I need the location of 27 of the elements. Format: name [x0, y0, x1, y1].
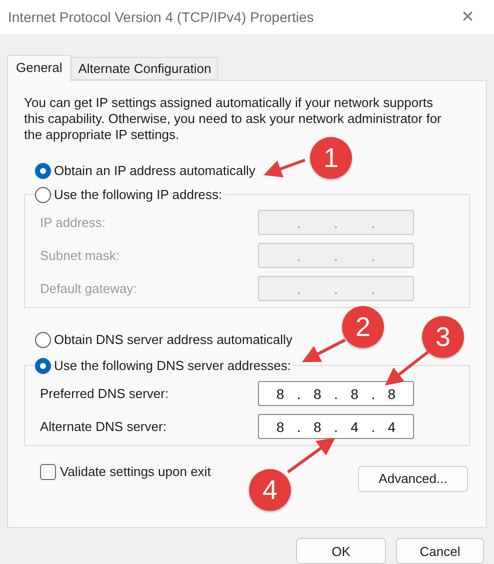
- radio-label: Use the following IP address:: [54, 187, 224, 202]
- field-label: IP address:: [40, 215, 107, 230]
- ok-button[interactable]: OK: [296, 538, 386, 564]
- radio-button[interactable]: [35, 162, 51, 179]
- field-label: Default gateway:: [40, 281, 138, 296]
- annotation-arrow: [384, 350, 429, 386]
- radio-label: Obtain an IP address automatically: [54, 163, 258, 178]
- checkbox-label: Validate settings upon exit: [60, 464, 211, 480]
- tab[interactable]: Alternate Configuration: [71, 56, 218, 80]
- radio-button[interactable]: [35, 358, 51, 374]
- annotation-arrow: [287, 438, 336, 474]
- advanced-button[interactable]: Advanced...: [358, 466, 468, 492]
- field-label: Alternate DNS server:: [40, 419, 168, 434]
- field-label: Preferred DNS server:: [40, 386, 170, 402]
- ip-address-field[interactable]: 8 . 8 . 4 . 4: [258, 414, 414, 440]
- radio-label: Obtain DNS server address automatically: [54, 332, 294, 348]
- close-button[interactable]: ✕: [449, 6, 486, 27]
- annotation-arrow: [264, 158, 306, 178]
- window-title: Internet Protocol Version 4 (TCP/IPv4) Properties: [8, 8, 314, 25]
- radio-button[interactable]: [35, 332, 51, 348]
- radio-label: Use the following DNS server addresses:: [54, 358, 293, 374]
- checkbox[interactable]: [40, 464, 56, 480]
- tab[interactable]: General: [7, 54, 72, 81]
- ip-address-field[interactable]: 8 . 8 . 8 . 8: [258, 381, 414, 406]
- cancel-button[interactable]: Cancel: [396, 538, 484, 564]
- field-label: Subnet mask:: [40, 248, 120, 264]
- annotation-arrow: [302, 338, 346, 362]
